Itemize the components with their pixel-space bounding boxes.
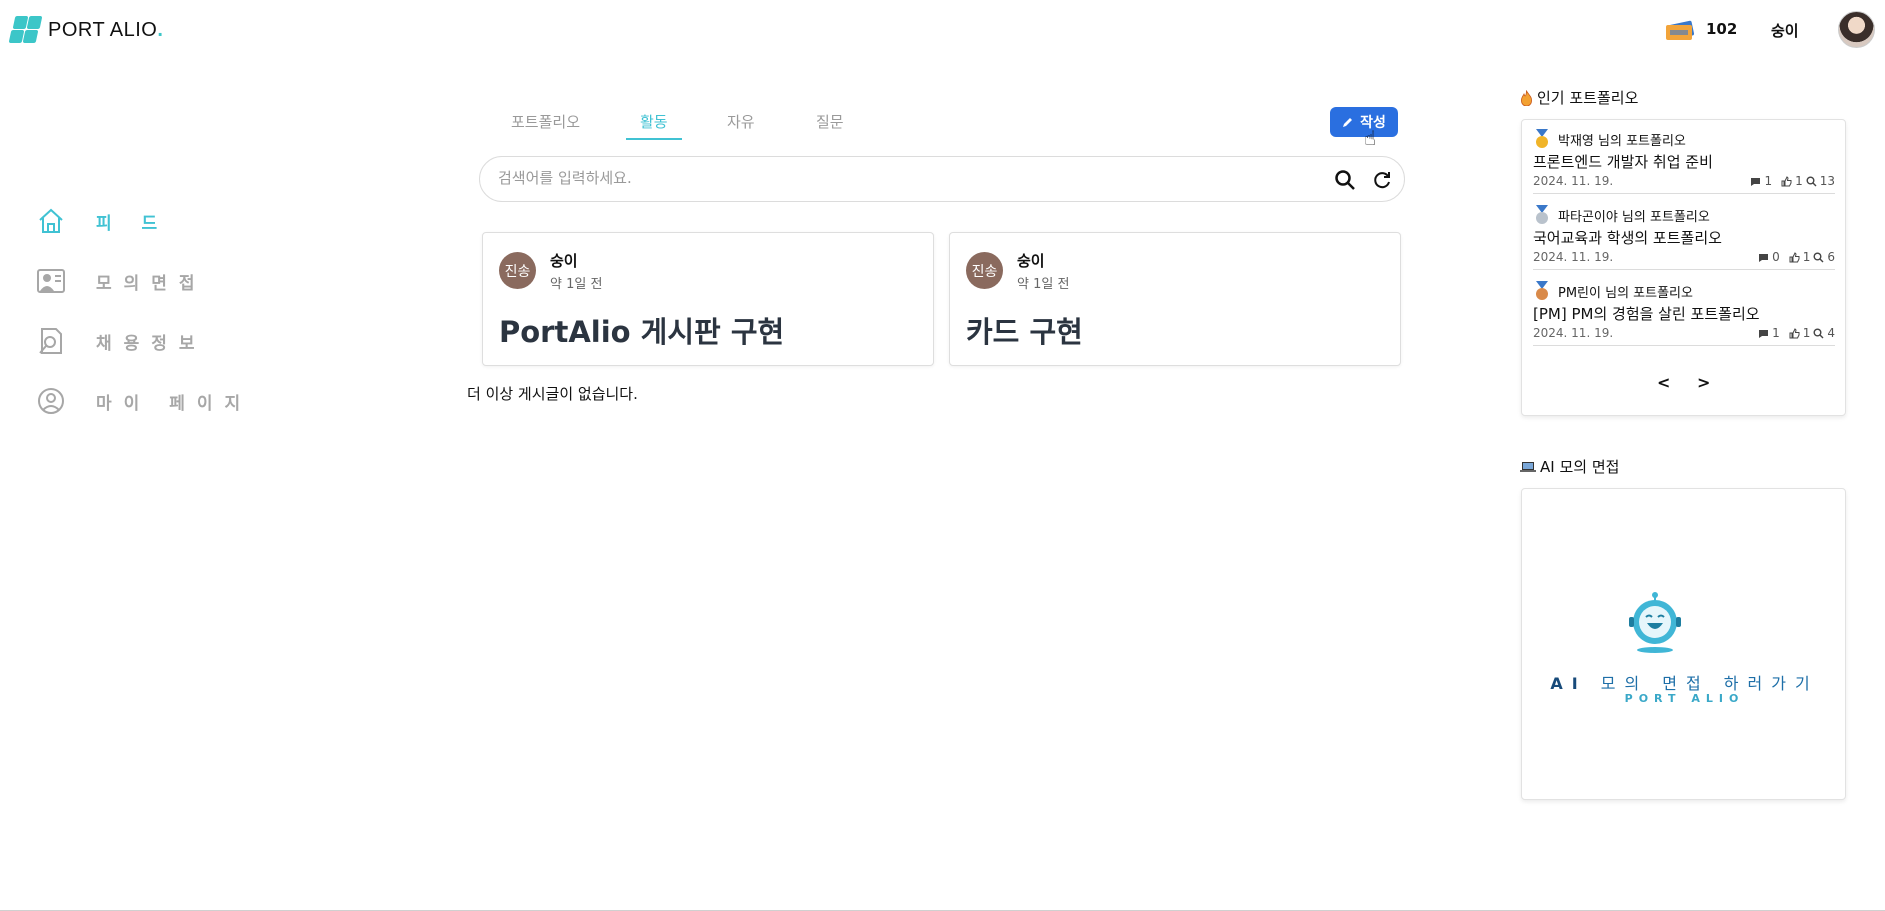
post-time: 약 1일 전	[550, 277, 603, 292]
popular-item[interactable]: PM린이 님의 포트폴리오 [PM] PM의 경험을 살린 포트폴리오 2024…	[1533, 272, 1835, 346]
job-search-icon	[39, 328, 62, 354]
popular-title-text: [PM] PM의 경험을 살린 포트폴리오	[1533, 305, 1760, 323]
refresh-icon[interactable]	[1371, 169, 1393, 191]
page: PORT ALIO. 102 숭이 피 드 모의면접 채용정보 마이 페이지 포…	[0, 0, 1885, 911]
sidebar-item-label: 마이 페이지	[96, 393, 253, 414]
search-icon[interactable]	[1334, 169, 1356, 191]
popular-title-text: 프론트엔드 개발자 취업 준비	[1533, 153, 1713, 171]
tab-free[interactable]: 자유	[727, 111, 755, 132]
sidebar-item-jobs[interactable]: 채용정보	[36, 326, 207, 356]
no-more-posts-text: 더 이상 게시글이 없습니다.	[467, 385, 638, 403]
post-author-avatar: 진송	[966, 252, 1003, 289]
post-time: 약 1일 전	[1017, 277, 1070, 292]
pointer-cursor-icon: ☝	[1364, 126, 1377, 150]
laptop-icon	[1520, 461, 1536, 472]
popular-owner: 파타곤이야 님의 포트폴리오	[1558, 210, 1710, 225]
logo-icon	[8, 14, 43, 46]
popular-date: 2024. 11. 19.	[1533, 250, 1614, 264]
post-author-avatar: 진송	[499, 252, 536, 289]
comment-icon	[1759, 253, 1769, 262]
ai-interview-title: AI 모의 면접	[1520, 456, 1619, 477]
sidebar-item-interview[interactable]: 모의면접	[36, 266, 207, 296]
thumbs-up-icon	[1781, 175, 1792, 186]
sidebar-item-label: 피 드	[96, 213, 170, 234]
popular-stats: 1 1 13	[1750, 174, 1835, 188]
tab-activity[interactable]: 활동	[640, 111, 668, 132]
prev-page-button[interactable]: <	[1657, 373, 1670, 392]
home-icon	[39, 208, 63, 233]
search-bar	[479, 156, 1405, 202]
user-avatar[interactable]	[1838, 11, 1875, 48]
ticket-count: 102	[1706, 20, 1738, 38]
search-input[interactable]	[498, 169, 1278, 187]
thumbs-up-icon	[1789, 327, 1800, 338]
comment-icon	[1759, 329, 1769, 338]
sidebar-item-label: 모의면접	[96, 273, 207, 294]
interview-icon	[37, 269, 65, 293]
silver-medal-icon	[1536, 205, 1548, 224]
post-card[interactable]: 진송 숭이 약 1일 전 카드 구현	[949, 232, 1401, 366]
ai-interview-banner[interactable]: AI 모의 면접 하러가기 PORT ALIO	[1521, 488, 1846, 800]
gold-medal-icon	[1536, 129, 1548, 148]
post-author: 숭이	[1017, 252, 1045, 270]
bronze-medal-icon	[1536, 281, 1548, 300]
post-author: 숭이	[550, 252, 578, 270]
popular-date: 2024. 11. 19.	[1533, 326, 1614, 340]
thumbs-up-icon	[1789, 251, 1800, 262]
ai-banner-text: AI 모의 면접 하러가기	[1550, 674, 1819, 693]
popular-title: 인기 포트폴리오	[1520, 87, 1638, 108]
next-page-button[interactable]: >	[1697, 373, 1710, 392]
post-title: 카드 구현	[966, 315, 1083, 349]
user-icon	[38, 388, 64, 414]
tab-question[interactable]: 질문	[816, 111, 844, 132]
popular-portfolio-list: 박재영 님의 포트폴리오 프론트엔드 개발자 취업 준비 2024. 11. 1…	[1521, 119, 1846, 416]
fire-icon	[1521, 89, 1532, 106]
robot-icon	[1629, 592, 1681, 653]
views-icon	[1806, 176, 1817, 186]
views-icon	[1813, 328, 1824, 338]
post-card[interactable]: 진송 숭이 약 1일 전 PortAlio 게시판 구현	[482, 232, 934, 366]
header: PORT ALIO. 102 숭이	[0, 0, 1885, 60]
user-name[interactable]: 숭이	[1771, 20, 1799, 41]
logo-text: PORT ALIO.	[48, 18, 164, 41]
popular-item[interactable]: 박재영 님의 포트폴리오 프론트엔드 개발자 취업 준비 2024. 11. 1…	[1533, 120, 1835, 194]
tab-active-indicator	[626, 138, 682, 140]
tab-portfolio[interactable]: 포트폴리오	[511, 111, 580, 132]
views-icon	[1813, 252, 1824, 262]
popular-owner: 박재영 님의 포트폴리오	[1558, 134, 1686, 149]
popular-stats: 1 1 4	[1758, 326, 1835, 340]
sidebar-item-feed[interactable]: 피 드	[36, 206, 169, 236]
comment-icon	[1751, 177, 1761, 186]
logo[interactable]: PORT ALIO.	[8, 14, 164, 46]
popular-owner: PM린이 님의 포트폴리오	[1558, 286, 1693, 301]
pencil-icon	[1343, 118, 1353, 127]
popular-title-text: 국어교육과 학생의 포트폴리오	[1533, 229, 1722, 247]
sidebar-item-mypage[interactable]: 마이 페이지	[36, 386, 252, 416]
popular-stats: 0 1 6	[1758, 250, 1835, 264]
post-title: PortAlio 게시판 구현	[499, 315, 785, 349]
ticket-icon	[1666, 20, 1695, 40]
ai-banner-subtitle: PORT ALIO	[1624, 692, 1745, 705]
popular-date: 2024. 11. 19.	[1533, 174, 1614, 188]
popular-item[interactable]: 파타곤이야 님의 포트폴리오 국어교육과 학생의 포트폴리오 2024. 11.…	[1533, 196, 1835, 270]
sidebar-item-label: 채용정보	[96, 333, 207, 354]
